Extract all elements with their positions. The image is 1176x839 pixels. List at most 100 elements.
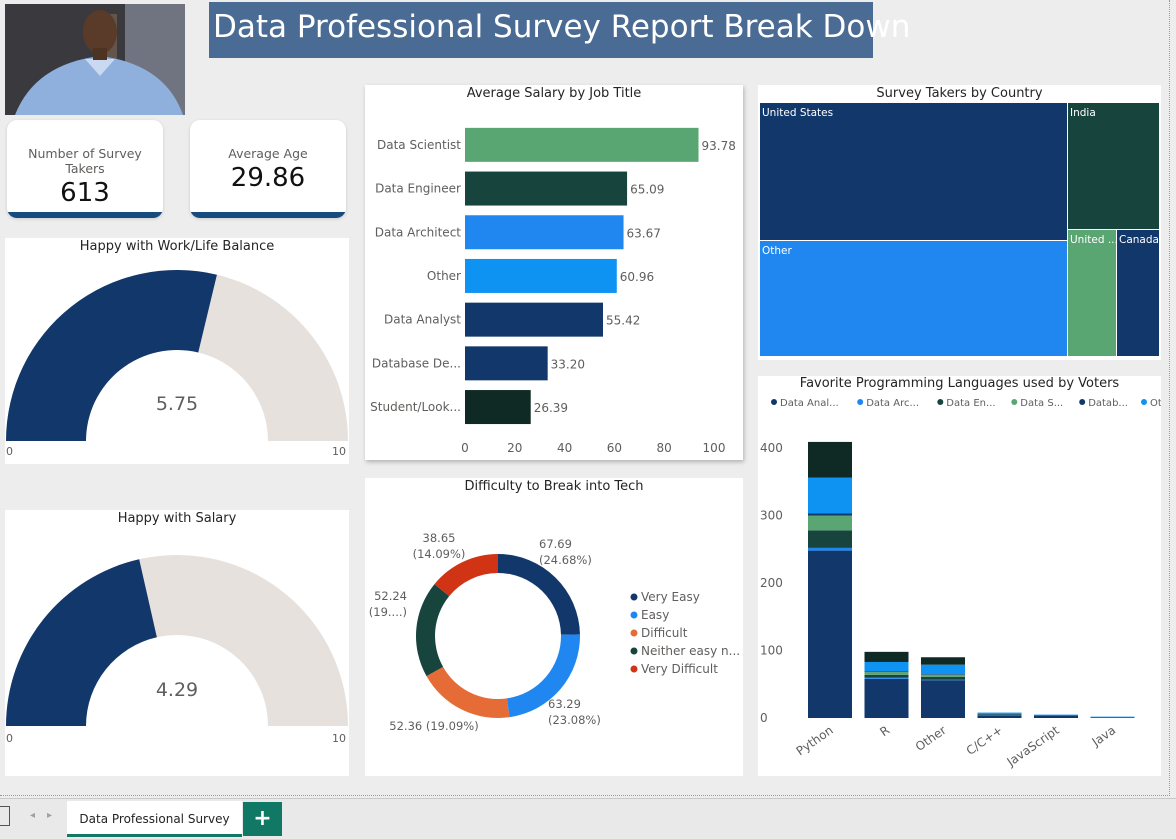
donut-data-label: 52.24 (374, 589, 407, 603)
legend-label: Neither easy n... (641, 644, 740, 658)
country-treemap-visual[interactable]: Survey Takers by Country United States In… (758, 85, 1161, 360)
treemap-tile (1068, 103, 1159, 229)
gauge-min-label: 0 (6, 445, 13, 458)
x-tick-label: Other (913, 723, 949, 754)
stacked-bar-segment (808, 550, 852, 718)
donut-data-label: 67.69 (539, 537, 572, 551)
card-accent-bar (7, 212, 163, 218)
canvas-edge (1169, 0, 1170, 796)
x-tick-label: 80 (657, 441, 672, 455)
legend-marker (1079, 399, 1086, 405)
salary-bar (465, 302, 603, 337)
donut-data-label: 52.36 (19.09%) (389, 719, 478, 733)
x-tick-label: 60 (607, 441, 622, 455)
legend-marker (630, 629, 638, 637)
salary-bar (465, 258, 617, 293)
treemap-tile-label: United States (762, 107, 833, 119)
bar-category-label: Student/Look... (370, 400, 461, 414)
x-tick-label: R (877, 723, 892, 739)
donut-chart: 67.69 (24.68%) 63.29 (23.08%) 52.36 (19.09%)… (369, 531, 740, 733)
stacked-bar-segment (864, 651, 909, 662)
stacked-bar-segment (977, 714, 1022, 716)
stacked-bar-segment (864, 678, 909, 718)
stacked-bar-segment (1090, 717, 1135, 718)
donut-data-label: (19....) (369, 605, 407, 619)
survey-takers-card[interactable]: Number of Survey Takers 613 (7, 120, 163, 218)
treemap-tile-label: United ... (1070, 234, 1118, 246)
legend-label: Data Anal... (780, 398, 839, 409)
gauge-value: 5.75 (156, 393, 198, 415)
stacked-bar-segment (1034, 715, 1078, 718)
donut-slice (416, 584, 450, 677)
x-tick-label: Java (1089, 723, 1119, 750)
stacked-bar-segment (808, 477, 852, 514)
stacked-bar-segment (921, 674, 965, 675)
legend-label: Datab... (1088, 398, 1128, 409)
salary-bar (465, 215, 624, 250)
add-page-button[interactable]: + (243, 802, 282, 836)
legend-label: Data Arc... (866, 398, 919, 409)
tab-data-professional-survey[interactable]: Data Professional Survey (67, 801, 242, 837)
stacked-bar-segment (1034, 715, 1078, 716)
legend-label: Data S... (1020, 398, 1063, 409)
stacked-bar-segment (808, 513, 852, 516)
salary-by-title-visual[interactable]: Average Salary by Job Title Data Scienti… (365, 85, 743, 460)
y-tick-label: 200 (760, 576, 783, 590)
salary-bar (465, 390, 531, 425)
languages-stacked-chart: Data Anal... Data Arc... Data En... Data S.… (760, 398, 1161, 770)
card-accent-bar (190, 212, 346, 218)
stacked-bar-segment (864, 674, 909, 678)
work-life-gauge-chart: 5.75 0 10 (6, 270, 348, 458)
bar-category-label: Database De... (372, 356, 461, 370)
stacked-bar-segment (864, 672, 909, 675)
gauge-value: 4.29 (156, 679, 198, 701)
survey-takers-label: Number of Survey Takers (28, 146, 142, 176)
legend-marker (630, 611, 638, 619)
difficulty-donut-visual[interactable]: Difficulty to Break into Tech 67.69 (24.6… (365, 478, 743, 776)
profile-photo (5, 4, 185, 115)
stacked-bar-segment (808, 530, 852, 548)
x-tick-label: 20 (507, 441, 522, 455)
y-tick-label: 300 (760, 509, 783, 523)
stacked-bar-segment (977, 715, 1022, 718)
x-tick-label: 0 (461, 441, 469, 455)
average-age-value: 29.86 (230, 163, 306, 193)
donut-data-label: (23.08%) (548, 713, 601, 727)
legend-label: Very Easy (641, 590, 700, 604)
gauge-max-label: 10 (332, 732, 346, 745)
languages-visual[interactable]: Favorite Programming Languages used by V… (758, 376, 1161, 776)
y-tick-label: 100 (760, 644, 783, 658)
donut-data-label: 38.65 (423, 531, 456, 545)
treemap-tile (1117, 230, 1159, 356)
work-life-gauge-visual[interactable]: Happy with Work/Life Balance 5.75 0 10 (5, 238, 349, 464)
average-age-card[interactable]: Average Age 29.86 (190, 120, 346, 218)
treemap-tile-label: Other (762, 245, 792, 257)
salary-gauge-visual[interactable]: Happy with Salary 4.29 0 10 (5, 510, 349, 776)
legend-marker (630, 593, 638, 601)
stacked-bar-segment (808, 547, 852, 551)
legend-label: Data En... (946, 398, 995, 409)
gauge-max-label: 10 (332, 445, 346, 458)
next-page-icon[interactable]: ▸ (47, 810, 52, 821)
salary-bar-chart: Data Scientist 93.78 Data Engineer 65.09 Dat… (370, 127, 736, 455)
legend-marker (857, 399, 864, 405)
stacked-bar-segment (977, 712, 1022, 714)
salary-bar (465, 171, 628, 206)
treemap-tile (760, 103, 1067, 240)
x-tick-label: JavaScript (1004, 723, 1062, 770)
person-image (5, 4, 185, 115)
legend-label: Very Difficult (641, 662, 718, 676)
report-title: Data Professional Survey Report Break Do… (209, 2, 910, 58)
bar-value-label: 60.96 (620, 270, 654, 284)
bar-category-label: Data Engineer (375, 182, 461, 196)
canvas-edge (0, 795, 1170, 796)
prev-page-icon[interactable]: ◂ (30, 810, 35, 821)
stacked-bar-segment (921, 674, 965, 677)
page-nav-icon[interactable] (0, 806, 10, 826)
legend-marker (771, 399, 777, 405)
salary-bar (465, 346, 548, 381)
stacked-bar-segment (1090, 716, 1135, 718)
bar-value-label: 33.20 (551, 357, 585, 371)
bar-category-label: Other (427, 269, 461, 283)
x-tick-label: 40 (557, 441, 572, 455)
